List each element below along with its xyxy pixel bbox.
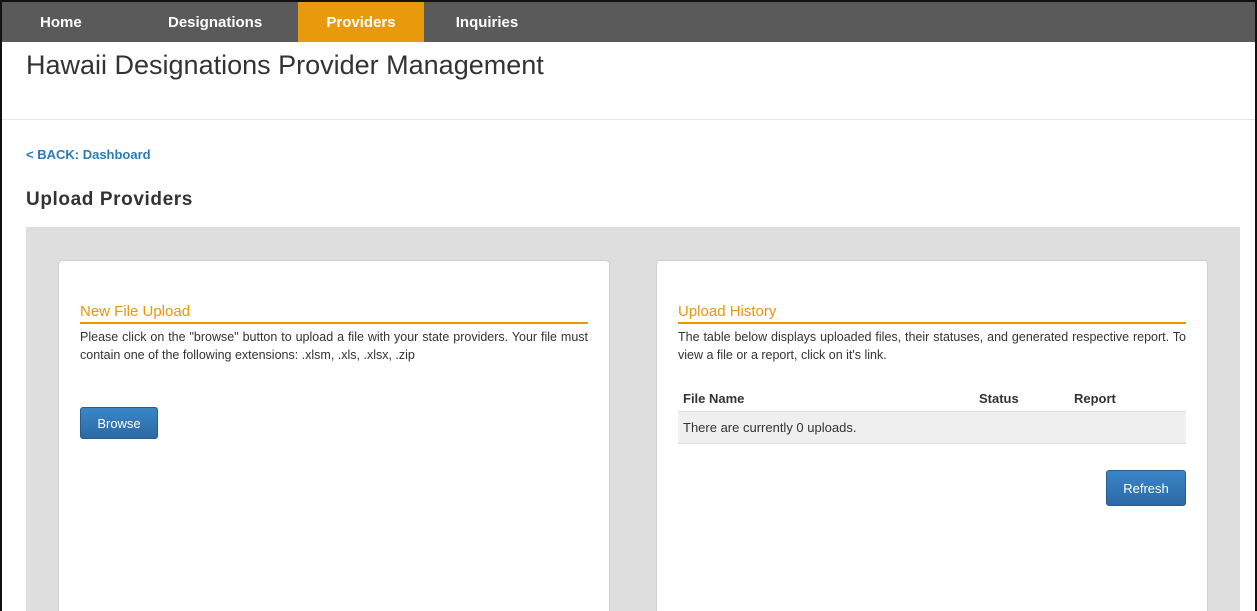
browse-button[interactable]: Browse: [80, 407, 158, 439]
app-title: Hawaii Designations Provider Management: [26, 50, 544, 80]
nav-inquiries[interactable]: Inquiries: [424, 2, 550, 42]
refresh-button[interactable]: Refresh: [1106, 470, 1186, 506]
nav-providers[interactable]: Providers: [298, 2, 424, 42]
table-row: There are currently 0 uploads.: [678, 411, 1186, 444]
nav-designations[interactable]: Designations: [128, 2, 298, 42]
column-report: Report: [1069, 386, 1186, 412]
app-window: Home Designations Providers Inquiries Ha…: [0, 0, 1257, 611]
upload-history-table: File Name Status Report There are curren…: [678, 386, 1186, 444]
column-file-name: File Name: [678, 386, 974, 412]
content-area: New File Upload Please click on the "bro…: [26, 227, 1240, 611]
history-description: The table below displays uploaded files,…: [678, 330, 1186, 362]
empty-table-message: There are currently 0 uploads.: [678, 411, 1186, 444]
table-header-row: File Name Status Report: [678, 386, 1186, 412]
top-nav: Home Designations Providers Inquiries: [2, 2, 1255, 42]
upload-panel-heading: New File Upload: [80, 303, 588, 324]
nav-home[interactable]: Home: [20, 2, 128, 42]
page-title: Upload Providers: [26, 189, 193, 210]
page-header: Hawaii Designations Provider Management: [2, 42, 1255, 120]
upload-instructions: Please click on the "browse" button to u…: [80, 330, 588, 362]
upload-history-panel: Upload History The table below displays …: [656, 260, 1208, 611]
back-to-dashboard-link[interactable]: < BACK: Dashboard: [26, 147, 151, 162]
new-file-upload-panel: New File Upload Please click on the "bro…: [58, 260, 610, 611]
column-status: Status: [974, 386, 1069, 412]
history-panel-heading: Upload History: [678, 303, 1186, 324]
